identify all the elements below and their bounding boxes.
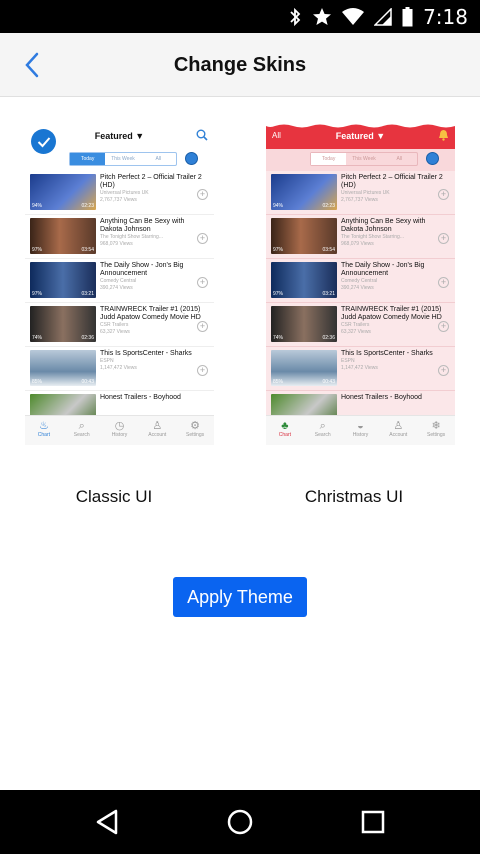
segment-all: All [155,156,162,162]
classic-skin-label: Classic UI [75,487,153,506]
preview-header: All Featured ▼ [266,123,455,149]
video-thumbnail: 94% 02:23 [30,174,96,210]
list-item: 94% 02:23 Pitch Perfect 2 – Official Trai… [25,171,214,215]
video-thumbnail: 74% 02:36 [30,306,96,342]
tab-account: ♙ Account [138,416,176,445]
list-item: 97% 03:54 Anything Can Be Sexy with Dakot… [25,215,214,259]
add-icon: + [197,277,208,288]
tab-search: ⌕ Search [63,416,101,445]
circle-home-icon [227,809,253,835]
preview-header-title: Featured ▼ [335,131,386,141]
tree-icon: ♣ [281,420,289,432]
christmas-skin-label: Christmas UI [304,487,404,506]
list-item: 97% 03:21 The Daily Show - Jon's Big Anno… [25,259,214,303]
star-icon [313,7,332,25]
nav-home-button[interactable] [224,806,256,838]
tab-account: ♙ Account [379,416,417,445]
list-item: 85% 00:43 This Is SportsCenter - Sharks ES… [25,347,214,391]
preview-video-list: 94% 02:23 Pitch Perfect 2 – Official Trai… [266,171,455,435]
preview-video-list: 94% 02:23 Pitch Perfect 2 – Official Trai… [25,171,214,435]
selected-check-badge [31,129,56,154]
square-recents-icon [361,810,385,834]
bluetooth-icon [290,7,301,26]
person-icon: ♙ [152,420,163,432]
add-icon: + [197,233,208,244]
add-icon: + [438,321,449,332]
add-icon: + [438,189,449,200]
nav-recents-button[interactable] [357,806,389,838]
list-item: 74% 02:36 TRAINWRECK Trailer #1 (2015) Ju… [266,303,455,347]
preview-segmented-control: Today This Week All [69,152,177,166]
video-thumbnail: 97% 03:21 [30,262,96,298]
app-header: Change Skins [0,33,480,97]
video-thumbnail: 97% 03:54 [271,218,337,254]
bell-icon [439,130,448,141]
add-icon: + [438,233,449,244]
checkmark-icon [37,136,50,147]
snowflake-icon: ❄ [431,420,441,432]
add-icon: + [197,365,208,376]
list-item: 94% 02:23 Pitch Perfect 2 – Official Trai… [266,171,455,215]
status-bar: 7:18 [0,0,480,33]
preview-segment-row: Today This Week All [266,149,455,171]
segment-this-week: This Week [111,156,135,162]
battery-icon [402,6,413,26]
video-thumbnail: 94% 02:23 [271,174,337,210]
video-thumbnail: 85% 00:43 [271,350,337,386]
page-title: Change Skins [173,54,307,76]
search-icon [196,129,208,141]
preview-header-title: Featured ▼ [94,131,145,141]
segment-this-week: This Week [352,156,376,162]
search-icon: ⌕ [319,420,326,432]
add-icon: + [438,277,449,288]
wavy-edge-decoration [266,123,455,128]
signal-icon [374,7,392,26]
preview-tab-bar: ♣ Chart ⌕ Search ◒ History ♙ Account ❄ Settin… [266,415,455,445]
list-item: 97% 03:21 The Daily Show - Jon's Big Anno… [266,259,455,303]
tab-search: ⌕ Search [304,416,342,445]
preview-segment-row: Today This Week All [25,149,214,171]
wifi-icon [342,7,365,25]
sleigh-icon: ◒ [357,420,364,432]
video-thumbnail: 97% 03:21 [271,262,337,298]
add-icon: + [197,189,208,200]
nav-back-button[interactable] [91,806,123,838]
triangle-back-icon [96,809,118,835]
classic-skin-preview[interactable]: Featured ▼ Today This Week All 94% 02:23 … [25,123,214,445]
tab-chart: ♨ Chart [25,416,63,445]
segment-today: Today [70,153,106,165]
list-item: 85% 00:43 This Is SportsCenter - Sharks ES… [266,347,455,391]
segment-all: All [396,156,403,162]
navigation-bar [0,790,480,854]
segment-today: Today [311,153,347,165]
add-icon: + [197,321,208,332]
globe-icon [426,152,439,165]
christmas-skin-preview[interactable]: All Featured ▼ Today This Week All 94% 02… [266,123,455,445]
tab-history: ◒ History [342,416,380,445]
preview-tab-bar: ♨ Chart ⌕ Search ◷ History ♙ Account ⚙ Settin… [25,415,214,445]
video-thumbnail: 97% 03:54 [30,218,96,254]
apply-theme-button[interactable]: Apply Theme [173,577,307,617]
status-time: 7:18 [423,4,468,29]
search-icon: ⌕ [78,420,85,432]
video-thumbnail: 74% 02:36 [271,306,337,342]
gear-icon: ⚙ [190,420,201,432]
add-icon: + [438,365,449,376]
tab-history: ◷ History [101,416,139,445]
list-item: 74% 02:36 TRAINWRECK Trailer #1 (2015) Ju… [25,303,214,347]
person-icon: ♙ [393,420,404,432]
preview-segmented-control: Today This Week All [310,152,418,166]
change-skins-screen: 7:18 Change Skins Featured ▼ Today This … [0,0,480,854]
list-item: 97% 03:54 Anything Can Be Sexy with Dakot… [266,215,455,259]
flame-icon: ♨ [38,420,49,432]
preview-header-all: All [272,131,281,140]
video-thumbnail: 85% 00:43 [30,350,96,386]
tab-settings: ❄ Settings [417,416,455,445]
tab-settings: ⚙ Settings [176,416,214,445]
tab-chart: ♣ Chart [266,416,304,445]
globe-icon [185,152,198,165]
clock-icon: ◷ [114,420,125,432]
